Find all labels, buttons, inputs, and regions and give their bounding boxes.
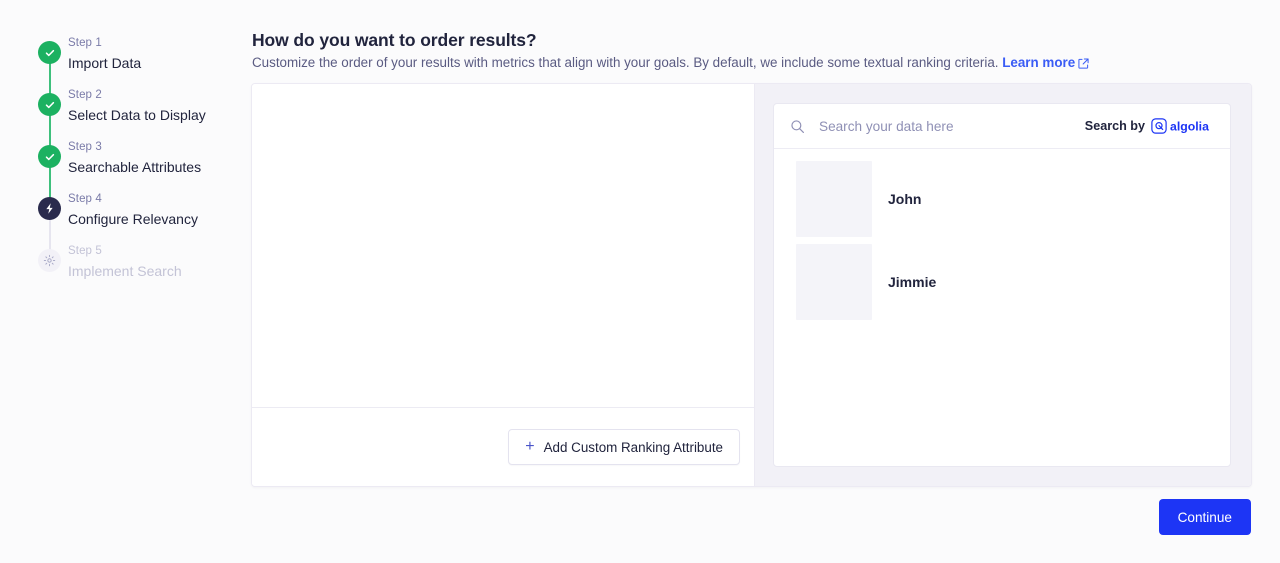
- sidebar-step-3[interactable]: Step 3 Searchable Attributes: [0, 138, 250, 190]
- search-result-item[interactable]: John: [774, 157, 1230, 240]
- relevancy-card: + Add Custom Ranking Attribute Search by: [251, 83, 1252, 487]
- search-input[interactable]: [819, 119, 1075, 134]
- sidebar-step-1-label: Import Data: [68, 53, 250, 73]
- sidebar-step-2[interactable]: Step 2 Select Data to Display: [0, 86, 250, 138]
- search-results-list: John Jimmie: [774, 149, 1230, 466]
- search-result-item[interactable]: Jimmie: [774, 240, 1230, 323]
- check-icon: [38, 41, 61, 64]
- learn-more-label: Learn more: [1002, 55, 1075, 70]
- sidebar-step-4-number: Step 4: [68, 192, 250, 207]
- sidebar-step-5-label: Implement Search: [68, 261, 250, 281]
- lightning-bolt-icon: [38, 197, 61, 220]
- algolia-logo-icon: algolia: [1151, 118, 1216, 134]
- custom-ranking-attribute-list: [252, 84, 754, 408]
- page-subtitle: Customize the order of your results with…: [252, 54, 1089, 73]
- gear-icon: [38, 249, 61, 272]
- algolia-wordmark: algolia: [1170, 119, 1216, 134]
- page-subtitle-text: Customize the order of your results with…: [252, 55, 999, 70]
- custom-ranking-panel-footer: + Add Custom Ranking Attribute: [252, 407, 754, 486]
- add-custom-ranking-attribute-label: Add Custom Ranking Attribute: [544, 440, 723, 455]
- sidebar-step-5-number: Step 5: [68, 244, 250, 259]
- learn-more-link[interactable]: Learn more: [1002, 55, 1089, 70]
- plus-icon: +: [525, 439, 534, 455]
- sidebar-step-1[interactable]: Step 1 Import Data: [0, 34, 250, 86]
- onboarding-stepper: Step 1 Import Data Step 2 Select Data to…: [0, 0, 250, 563]
- search-by-algolia: Search by algolia: [1085, 118, 1216, 134]
- search-by-label: Search by: [1085, 119, 1145, 133]
- page-title: How do you want to order results?: [252, 30, 537, 51]
- sidebar-step-3-number: Step 3: [68, 140, 250, 155]
- result-title: John: [888, 191, 921, 207]
- result-title: Jimmie: [888, 274, 936, 290]
- sidebar-step-4[interactable]: Step 4 Configure Relevancy: [0, 190, 250, 242]
- result-thumbnail: [796, 244, 872, 320]
- page-footer: Continue: [250, 499, 1280, 535]
- sidebar-step-2-number: Step 2: [68, 88, 250, 103]
- preview-search-bar: Search by algolia: [774, 104, 1230, 149]
- add-custom-ranking-attribute-button[interactable]: + Add Custom Ranking Attribute: [508, 429, 740, 465]
- sidebar-step-3-label: Searchable Attributes: [68, 157, 250, 177]
- check-icon: [38, 93, 61, 116]
- search-preview-card: Search by algolia: [773, 103, 1231, 467]
- search-icon: [790, 119, 805, 134]
- external-link-icon: [1078, 56, 1089, 73]
- sidebar-step-2-label: Select Data to Display: [68, 105, 250, 125]
- check-icon: [38, 145, 61, 168]
- custom-ranking-panel: + Add Custom Ranking Attribute: [252, 84, 754, 486]
- main-content: How do you want to order results? Custom…: [250, 0, 1280, 563]
- sidebar-step-5[interactable]: Step 5 Implement Search: [0, 242, 250, 294]
- svg-text:algolia: algolia: [1170, 119, 1209, 133]
- search-preview-pane: Search by algolia: [754, 84, 1251, 486]
- result-thumbnail: [796, 161, 872, 237]
- sidebar-step-4-label: Configure Relevancy: [68, 209, 250, 229]
- sidebar-step-1-number: Step 1: [68, 36, 250, 51]
- continue-button[interactable]: Continue: [1159, 499, 1251, 535]
